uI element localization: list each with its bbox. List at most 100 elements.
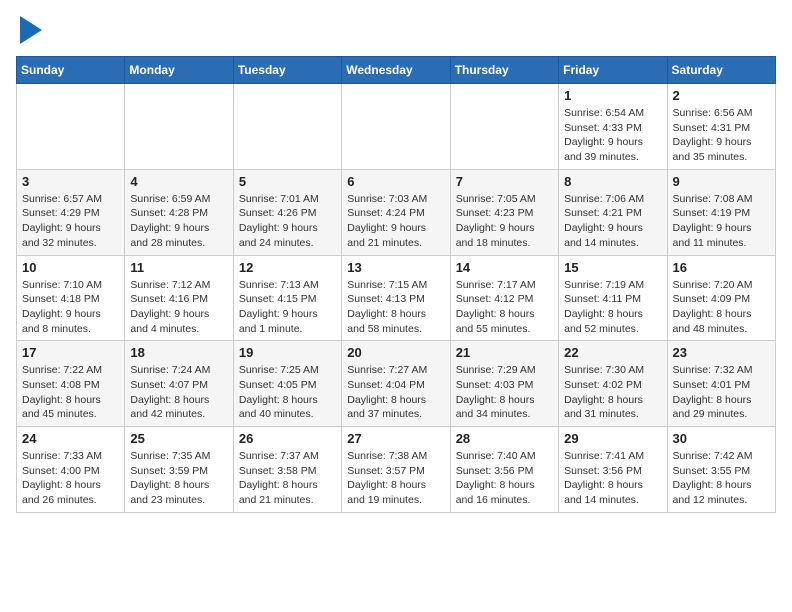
day-info: Sunrise: 7:25 AM Sunset: 4:05 PM Dayligh… xyxy=(239,363,336,422)
calendar-cell: 12 Sunrise: 7:13 AM Sunset: 4:15 PM Dayli… xyxy=(233,255,341,341)
weekday-header-tuesday: Tuesday xyxy=(233,57,341,84)
day-number: 5 xyxy=(239,174,336,189)
calendar-week-4: 17 Sunrise: 7:22 AM Sunset: 4:08 PM Dayli… xyxy=(17,341,776,427)
calendar-cell: 28 Sunrise: 7:40 AM Sunset: 3:56 PM Dayli… xyxy=(450,427,558,513)
day-info: Sunrise: 6:56 AM Sunset: 4:31 PM Dayligh… xyxy=(673,106,770,165)
day-number: 18 xyxy=(130,345,227,360)
calendar-week-3: 10 Sunrise: 7:10 AM Sunset: 4:18 PM Dayli… xyxy=(17,255,776,341)
day-number: 2 xyxy=(673,88,770,103)
logo xyxy=(16,16,42,44)
day-info: Sunrise: 7:12 AM Sunset: 4:16 PM Dayligh… xyxy=(130,278,227,337)
calendar-cell xyxy=(342,84,450,170)
weekday-header-wednesday: Wednesday xyxy=(342,57,450,84)
calendar-cell: 18 Sunrise: 7:24 AM Sunset: 4:07 PM Dayli… xyxy=(125,341,233,427)
page-header xyxy=(16,16,776,44)
day-number: 30 xyxy=(673,431,770,446)
day-number: 6 xyxy=(347,174,444,189)
day-number: 15 xyxy=(564,260,661,275)
calendar-cell xyxy=(450,84,558,170)
day-info: Sunrise: 7:29 AM Sunset: 4:03 PM Dayligh… xyxy=(456,363,553,422)
day-info: Sunrise: 7:15 AM Sunset: 4:13 PM Dayligh… xyxy=(347,278,444,337)
calendar-cell: 16 Sunrise: 7:20 AM Sunset: 4:09 PM Dayli… xyxy=(667,255,775,341)
calendar-cell: 24 Sunrise: 7:33 AM Sunset: 4:00 PM Dayli… xyxy=(17,427,125,513)
calendar-cell: 7Sunrise: 7:05 AM Sunset: 4:23 PM Daylig… xyxy=(450,169,558,255)
day-info: Sunrise: 6:59 AM Sunset: 4:28 PM Dayligh… xyxy=(130,192,227,251)
weekday-header-saturday: Saturday xyxy=(667,57,775,84)
day-info: Sunrise: 7:08 AM Sunset: 4:19 PM Dayligh… xyxy=(673,192,770,251)
day-info: Sunrise: 7:37 AM Sunset: 3:58 PM Dayligh… xyxy=(239,449,336,508)
calendar-cell: 20Sunrise: 7:27 AM Sunset: 4:04 PM Dayli… xyxy=(342,341,450,427)
logo-arrow-icon xyxy=(20,16,42,44)
calendar-cell: 22Sunrise: 7:30 AM Sunset: 4:02 PM Dayli… xyxy=(559,341,667,427)
day-info: Sunrise: 7:19 AM Sunset: 4:11 PM Dayligh… xyxy=(564,278,661,337)
calendar-cell: 30 Sunrise: 7:42 AM Sunset: 3:55 PM Dayli… xyxy=(667,427,775,513)
calendar-cell: 3Sunrise: 6:57 AM Sunset: 4:29 PM Daylig… xyxy=(17,169,125,255)
calendar-cell: 6 Sunrise: 7:03 AM Sunset: 4:24 PM Daylig… xyxy=(342,169,450,255)
calendar-header-row: SundayMondayTuesdayWednesdayThursdayFrid… xyxy=(17,57,776,84)
calendar-cell: 21 Sunrise: 7:29 AM Sunset: 4:03 PM Dayli… xyxy=(450,341,558,427)
calendar-cell xyxy=(125,84,233,170)
calendar-cell: 23Sunrise: 7:32 AM Sunset: 4:01 PM Dayli… xyxy=(667,341,775,427)
day-info: Sunrise: 7:40 AM Sunset: 3:56 PM Dayligh… xyxy=(456,449,553,508)
calendar-cell: 5 Sunrise: 7:01 AM Sunset: 4:26 PM Daylig… xyxy=(233,169,341,255)
calendar-cell: 9 Sunrise: 7:08 AM Sunset: 4:19 PM Daylig… xyxy=(667,169,775,255)
day-info: Sunrise: 7:24 AM Sunset: 4:07 PM Dayligh… xyxy=(130,363,227,422)
day-info: Sunrise: 7:33 AM Sunset: 4:00 PM Dayligh… xyxy=(22,449,119,508)
day-number: 10 xyxy=(22,260,119,275)
day-info: Sunrise: 6:57 AM Sunset: 4:29 PM Dayligh… xyxy=(22,192,119,251)
calendar-cell xyxy=(233,84,341,170)
day-number: 21 xyxy=(456,345,553,360)
day-info: Sunrise: 7:30 AM Sunset: 4:02 PM Dayligh… xyxy=(564,363,661,422)
calendar-week-1: 1 Sunrise: 6:54 AM Sunset: 4:33 PM Daylig… xyxy=(17,84,776,170)
day-number: 8 xyxy=(564,174,661,189)
calendar-cell: 25Sunrise: 7:35 AM Sunset: 3:59 PM Dayli… xyxy=(125,427,233,513)
day-number: 24 xyxy=(22,431,119,446)
day-number: 29 xyxy=(564,431,661,446)
day-number: 19 xyxy=(239,345,336,360)
day-number: 26 xyxy=(239,431,336,446)
calendar-body: 1 Sunrise: 6:54 AM Sunset: 4:33 PM Daylig… xyxy=(17,84,776,513)
day-info: Sunrise: 7:01 AM Sunset: 4:26 PM Dayligh… xyxy=(239,192,336,251)
calendar-cell: 19 Sunrise: 7:25 AM Sunset: 4:05 PM Dayli… xyxy=(233,341,341,427)
day-info: Sunrise: 7:20 AM Sunset: 4:09 PM Dayligh… xyxy=(673,278,770,337)
day-number: 20 xyxy=(347,345,444,360)
weekday-header-monday: Monday xyxy=(125,57,233,84)
day-info: Sunrise: 7:41 AM Sunset: 3:56 PM Dayligh… xyxy=(564,449,661,508)
calendar-cell: 4Sunrise: 6:59 AM Sunset: 4:28 PM Daylig… xyxy=(125,169,233,255)
day-number: 9 xyxy=(673,174,770,189)
day-number: 14 xyxy=(456,260,553,275)
weekday-header-sunday: Sunday xyxy=(17,57,125,84)
calendar-cell: 26 Sunrise: 7:37 AM Sunset: 3:58 PM Dayli… xyxy=(233,427,341,513)
calendar-cell: 8Sunrise: 7:06 AM Sunset: 4:21 PM Daylig… xyxy=(559,169,667,255)
day-info: Sunrise: 6:54 AM Sunset: 4:33 PM Dayligh… xyxy=(564,106,661,165)
calendar-table: SundayMondayTuesdayWednesdayThursdayFrid… xyxy=(16,56,776,513)
calendar-cell: 10 Sunrise: 7:10 AM Sunset: 4:18 PM Dayli… xyxy=(17,255,125,341)
day-info: Sunrise: 7:17 AM Sunset: 4:12 PM Dayligh… xyxy=(456,278,553,337)
day-info: Sunrise: 7:13 AM Sunset: 4:15 PM Dayligh… xyxy=(239,278,336,337)
calendar-cell: 29 Sunrise: 7:41 AM Sunset: 3:56 PM Dayli… xyxy=(559,427,667,513)
weekday-header-friday: Friday xyxy=(559,57,667,84)
day-number: 17 xyxy=(22,345,119,360)
day-info: Sunrise: 7:03 AM Sunset: 4:24 PM Dayligh… xyxy=(347,192,444,251)
day-info: Sunrise: 7:42 AM Sunset: 3:55 PM Dayligh… xyxy=(673,449,770,508)
calendar-cell: 2 Sunrise: 6:56 AM Sunset: 4:31 PM Daylig… xyxy=(667,84,775,170)
day-number: 1 xyxy=(564,88,661,103)
day-number: 27 xyxy=(347,431,444,446)
calendar-week-2: 3Sunrise: 6:57 AM Sunset: 4:29 PM Daylig… xyxy=(17,169,776,255)
day-number: 16 xyxy=(673,260,770,275)
calendar-cell: 1 Sunrise: 6:54 AM Sunset: 4:33 PM Daylig… xyxy=(559,84,667,170)
calendar-week-5: 24 Sunrise: 7:33 AM Sunset: 4:00 PM Dayli… xyxy=(17,427,776,513)
day-info: Sunrise: 7:32 AM Sunset: 4:01 PM Dayligh… xyxy=(673,363,770,422)
day-info: Sunrise: 7:22 AM Sunset: 4:08 PM Dayligh… xyxy=(22,363,119,422)
day-number: 7 xyxy=(456,174,553,189)
calendar-cell xyxy=(17,84,125,170)
day-info: Sunrise: 7:10 AM Sunset: 4:18 PM Dayligh… xyxy=(22,278,119,337)
day-number: 11 xyxy=(130,260,227,275)
calendar-cell: 17 Sunrise: 7:22 AM Sunset: 4:08 PM Dayli… xyxy=(17,341,125,427)
weekday-header-thursday: Thursday xyxy=(450,57,558,84)
calendar-cell: 15 Sunrise: 7:19 AM Sunset: 4:11 PM Dayli… xyxy=(559,255,667,341)
day-number: 12 xyxy=(239,260,336,275)
calendar-cell: 27Sunrise: 7:38 AM Sunset: 3:57 PM Dayli… xyxy=(342,427,450,513)
day-number: 28 xyxy=(456,431,553,446)
day-info: Sunrise: 7:35 AM Sunset: 3:59 PM Dayligh… xyxy=(130,449,227,508)
